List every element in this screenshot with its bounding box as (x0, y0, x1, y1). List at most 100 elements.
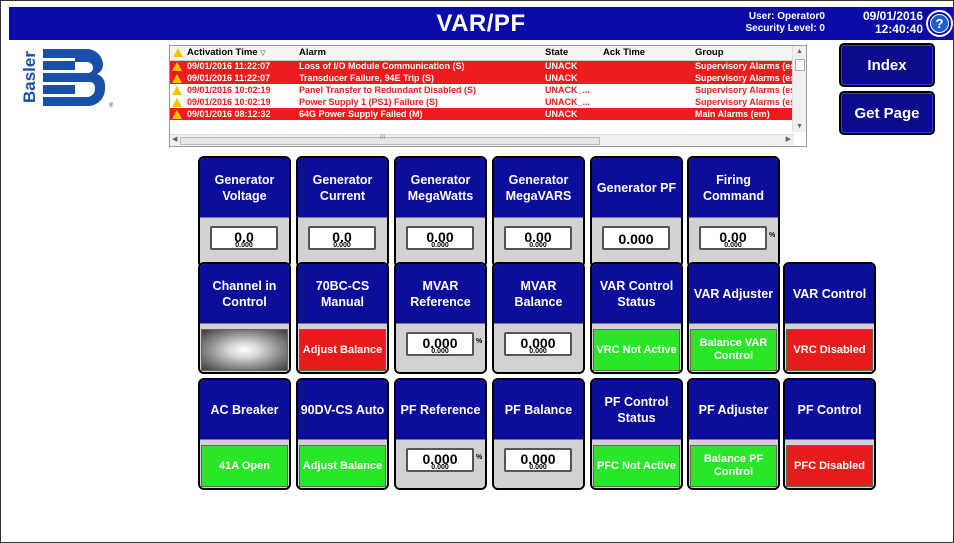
value-sub: 0.000 (431, 242, 449, 249)
alarm-time: 09/01/2016 11:22:07 (184, 60, 296, 72)
tile-label: Generator MegaVARS (494, 158, 583, 217)
tile-ac-breaker[interactable]: AC Breaker 41A Open (198, 378, 291, 490)
alarm-time: 09/01/2016 11:22:07 (184, 72, 296, 84)
column-header-state[interactable]: State (542, 46, 600, 61)
help-icon: ? (931, 15, 948, 32)
alarm-icon-cell (170, 96, 184, 108)
value-display: 0.000 0.000 (406, 448, 474, 472)
status-indicator: PFC Not Active (593, 445, 680, 487)
tile-generator-megawatts[interactable]: Generator MegaWatts 0.00 0.000 (394, 156, 487, 268)
value-main: 0.000 (618, 231, 654, 247)
svg-text:®: ® (109, 102, 114, 109)
tile-70bc-cs-manual[interactable]: 70BC-CS Manual Adjust Balance (296, 262, 389, 374)
tile-firing-command[interactable]: Firing Command 0.00 0.000 % (687, 156, 780, 268)
tile-generator-voltage[interactable]: Generator Voltage 0.0 0.000 (198, 156, 291, 268)
tile-pf-control-status[interactable]: PF Control Status PFC Not Active (590, 378, 683, 490)
scroll-thumb[interactable] (795, 59, 805, 71)
alarm-icon-cell (170, 84, 184, 96)
tile-90dv-cs-auto[interactable]: 90DV-CS Auto Adjust Balance (296, 378, 389, 490)
user-info: User: Operator0 Security Level: 0 (739, 11, 825, 35)
tile-pf-balance[interactable]: PF Balance 0.000 0.000 (492, 378, 585, 490)
status-indicator[interactable]: 41A Open (201, 445, 288, 487)
tile-var-adjuster[interactable]: VAR Adjuster Balance VAR Control (687, 262, 780, 374)
column-header-alarm[interactable]: Alarm (296, 46, 542, 61)
value-sub: 0.000 (529, 464, 547, 471)
scroll-up-icon[interactable]: ▲ (796, 48, 803, 55)
status-indicator[interactable]: Adjust Balance (299, 329, 386, 371)
value-sub: 0.000 (431, 464, 449, 471)
status-indicator[interactable]: Adjust Balance (299, 445, 386, 487)
value-display: 0.00 0.000 (406, 226, 474, 250)
scroll-left-icon[interactable]: ◀ (172, 135, 177, 143)
basler-logo: Basler ® (20, 45, 123, 111)
value-sub: 0.000 (333, 242, 351, 249)
tile-label: VAR Control Status (592, 264, 681, 323)
tile-var-control-status[interactable]: VAR Control Status VRC Not Active (590, 262, 683, 374)
get-page-button[interactable]: Get Page (839, 91, 935, 135)
alarm-ack-time (600, 60, 692, 72)
tile-pf-reference[interactable]: PF Reference 0.000 0.000 % (394, 378, 487, 490)
warning-icon (172, 110, 182, 120)
user-label: User: Operator0 (748, 11, 825, 22)
tile-label: PF Adjuster (689, 380, 778, 439)
tile-generator-pf[interactable]: Generator PF 0.000 (590, 156, 683, 268)
alarm-summary-grid[interactable]: Activation Time ▽ Alarm State Ack Time G… (169, 45, 807, 147)
hmi-window: VAR/PF User: Operator0 Security Level: 0… (0, 0, 954, 543)
scroll-down-icon[interactable]: ▼ (796, 123, 803, 130)
scroll-thumb[interactable] (180, 137, 600, 145)
tile-label: Channel in Control (200, 264, 289, 323)
time-label: 12:40:40 (874, 22, 923, 36)
value-sub: 0.000 (529, 242, 547, 249)
alarm-group: Supervisory Alarms (es) (692, 84, 792, 96)
tile-pf-adjuster[interactable]: PF Adjuster Balance PF Control (687, 378, 780, 490)
status-indicator[interactable]: Balance VAR Control (690, 329, 777, 371)
value-display: 0.000 0.000 (406, 332, 474, 356)
column-header-group[interactable]: Group (692, 46, 792, 61)
alarm-group: Supervisory Alarms (es) (692, 72, 792, 84)
tile-label: 90DV-CS Auto (298, 380, 387, 439)
title-bar: VAR/PF User: Operator0 Security Level: 0… (9, 7, 953, 40)
tile-generator-current[interactable]: Generator Current 0.0 0.000 (296, 156, 389, 268)
tile-mvar-balance[interactable]: MVAR Balance 0.000 0.000 (492, 262, 585, 374)
tile-generator-megavars[interactable]: Generator MegaVARS 0.00 0.000 (492, 156, 585, 268)
alarm-row[interactable]: 09/01/2016 11:22:07 Transducer Failure, … (170, 72, 792, 84)
alarm-state: UNACK_... (542, 84, 600, 96)
alarm-row[interactable]: 09/01/2016 10:02:19 Power Supply 1 (PS1)… (170, 96, 792, 108)
index-button[interactable]: Index (839, 43, 935, 87)
tile-pf-control[interactable]: PF Control PFC Disabled (783, 378, 876, 490)
alarm-row[interactable]: 09/01/2016 10:02:19 Panel Transfer to Re… (170, 84, 792, 96)
alarm-horizontal-scrollbar[interactable]: ◀ III ▶ (170, 134, 794, 146)
unit-label: % (769, 232, 776, 239)
security-level-label: Security Level: 0 (745, 23, 825, 34)
value-sub: 0.000 (235, 242, 253, 249)
alarm-row[interactable]: 09/01/2016 08:12:32 64G Power Supply Fai… (170, 108, 792, 120)
tile-mvar-reference[interactable]: MVAR Reference 0.000 0.000 % (394, 262, 487, 374)
value-display: 0.00 0.000 (504, 226, 572, 250)
alarm-header-icon-cell (170, 46, 184, 61)
tile-var-control[interactable]: VAR Control VRC Disabled (783, 262, 876, 374)
tile-channel-in-control[interactable]: Channel in Control (198, 262, 291, 374)
alarm-vertical-scrollbar[interactable]: ▲ ▼ (792, 46, 806, 132)
tile-label: MVAR Reference (396, 264, 485, 323)
value-sub: 0.000 (724, 242, 742, 249)
logo-text: Basler (23, 51, 39, 103)
tile-label: VAR Control (785, 264, 874, 323)
scroll-right-icon[interactable]: ▶ (786, 135, 791, 143)
help-button[interactable]: ? (928, 12, 951, 35)
alarm-ack-time (600, 72, 692, 84)
status-indicator[interactable]: PFC Disabled (786, 445, 873, 487)
alarm-header-row: Activation Time ▽ Alarm State Ack Time G… (170, 46, 792, 61)
column-header-activation-time[interactable]: Activation Time ▽ (184, 46, 296, 61)
alarm-ack-time (600, 84, 692, 96)
value-display: 0.000 (602, 226, 670, 250)
tile-label: VAR Adjuster (689, 264, 778, 323)
status-indicator[interactable]: VRC Disabled (786, 329, 873, 371)
value-display: 0.000 0.000 (504, 332, 572, 356)
alarm-row[interactable]: 09/01/2016 11:22:07 Loss of I/O Module C… (170, 60, 792, 72)
warning-icon (172, 86, 182, 96)
status-indicator[interactable]: Balance PF Control (690, 445, 777, 487)
tile-label: PF Control (785, 380, 874, 439)
tile-label: Generator MegaWatts (396, 158, 485, 217)
column-header-ack-time[interactable]: Ack Time (600, 46, 692, 61)
datetime: 09/01/2016 12:40:40 (863, 10, 923, 36)
